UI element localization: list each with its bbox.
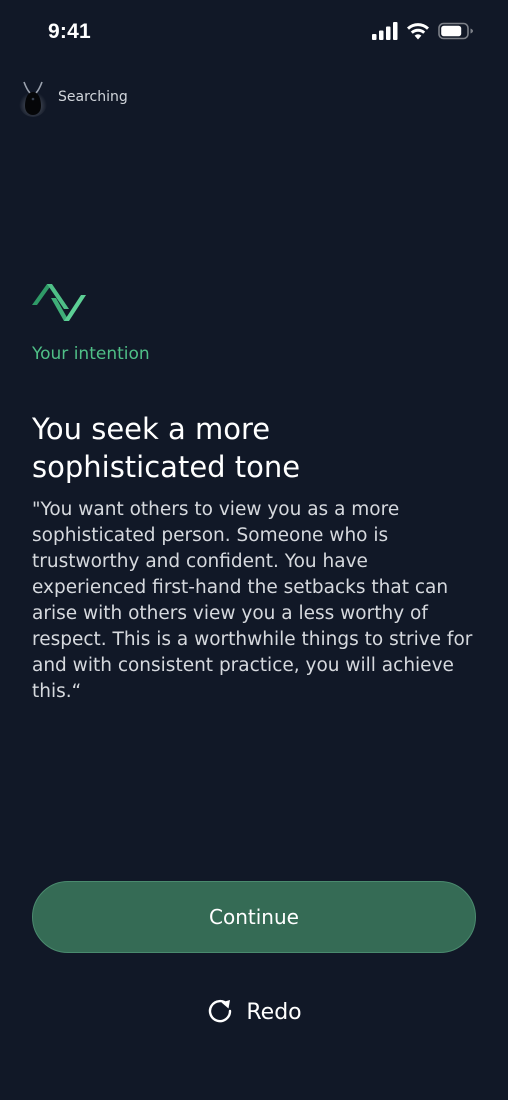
device-status-label: Searching [58, 89, 128, 105]
brand-logo-icon [31, 281, 87, 323]
battery-icon [438, 22, 474, 44]
intention-quote: "You want others to view you as a more s… [32, 499, 473, 702]
status-time: 9:41 [48, 20, 91, 43]
wifi-icon [406, 22, 430, 44]
redo-icon [206, 996, 234, 1028]
intention-label: Your intention [32, 344, 150, 364]
status-icons [372, 22, 474, 44]
continue-button-label: Continue [209, 905, 299, 929]
intention-headline: You seek a more sophisticated tone [32, 412, 301, 484]
redo-label: Redo [246, 999, 302, 1025]
pendant-device-icon [18, 80, 48, 117]
cellular-signal-icon [372, 22, 398, 44]
status-bar: 9:41 [0, 0, 508, 66]
device-status[interactable]: Searching [18, 80, 128, 117]
continue-button[interactable]: Continue [32, 881, 476, 953]
redo-button[interactable]: Redo [0, 992, 508, 1032]
